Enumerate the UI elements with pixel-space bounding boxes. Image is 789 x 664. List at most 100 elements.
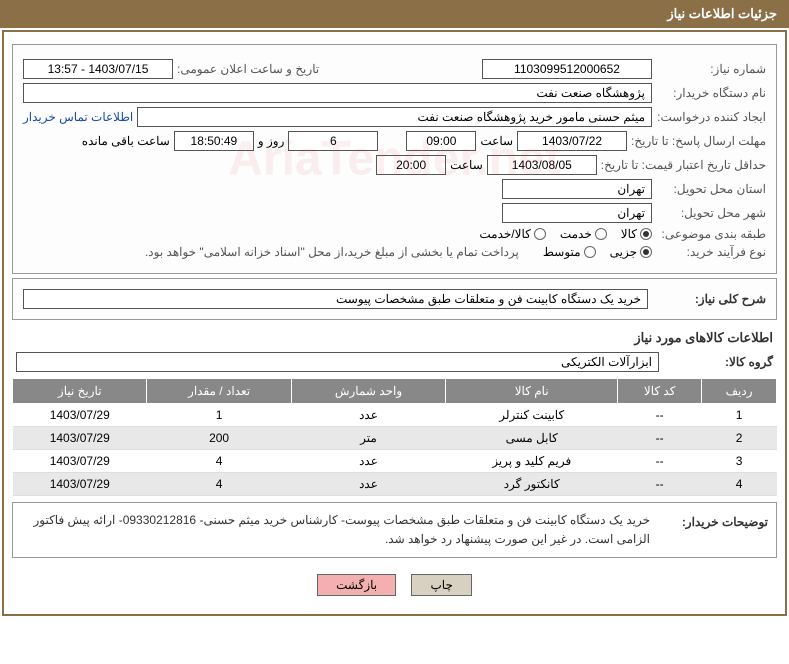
radio-icon bbox=[584, 246, 596, 258]
validity-date-field: 1403/08/05 bbox=[487, 155, 597, 175]
category-label: طبقه بندی موضوعی: bbox=[656, 227, 766, 241]
table-cell: 2 bbox=[702, 427, 777, 450]
table-cell: عدد bbox=[291, 473, 446, 496]
table-cell: 1403/07/29 bbox=[13, 404, 147, 427]
table-cell: 1 bbox=[702, 404, 777, 427]
items-section-title: اطلاعات کالاهای مورد نیاز bbox=[16, 330, 773, 346]
process-label: نوع فرآیند خرید: bbox=[656, 245, 766, 259]
row-city: شهر محل تحویل: تهران bbox=[23, 203, 766, 223]
table-cell: فریم کلید و پریز bbox=[446, 450, 618, 473]
table-cell: -- bbox=[618, 450, 702, 473]
table-cell: متر bbox=[291, 427, 446, 450]
table-cell: 4 bbox=[147, 473, 291, 496]
radio-goods[interactable]: کالا bbox=[621, 227, 652, 241]
radio-icon bbox=[640, 228, 652, 240]
radio-goods-service[interactable]: کالا/خدمت bbox=[479, 227, 545, 241]
page-title: جزئیات اطلاعات نیاز bbox=[667, 6, 777, 21]
details-box: AriaTender.net شماره نیاز: 1103099512000… bbox=[12, 44, 777, 274]
table-body: 1--کابینت کنترلرعدد11403/07/292--کابل مس… bbox=[13, 404, 777, 496]
deadline-date-field: 1403/07/22 bbox=[517, 131, 627, 151]
table-header-cell: نام کالا bbox=[446, 379, 618, 404]
table-cell: کانکتور گرد bbox=[446, 473, 618, 496]
table-cell: عدد bbox=[291, 404, 446, 427]
row-deadline: مهلت ارسال پاسخ: تا تاریخ: 1403/07/22 سا… bbox=[23, 131, 766, 151]
table-row: 4--کانکتور گردعدد41403/07/29 bbox=[13, 473, 777, 496]
summary-label: شرح کلی نیاز: bbox=[656, 292, 766, 306]
radio-service[interactable]: خدمت bbox=[560, 227, 607, 241]
buyer-org-label: نام دستگاه خریدار: bbox=[656, 86, 766, 100]
radio-medium[interactable]: متوسط bbox=[543, 245, 596, 259]
table-cell: 1403/07/29 bbox=[13, 427, 147, 450]
table-header-cell: تعداد / مقدار bbox=[147, 379, 291, 404]
deadline-time-field: 09:00 bbox=[406, 131, 476, 151]
table-header-cell: کد کالا bbox=[618, 379, 702, 404]
row-validity: حداقل تاریخ اعتبار قیمت: تا تاریخ: 1403/… bbox=[23, 155, 766, 175]
deadline-label: مهلت ارسال پاسخ: تا تاریخ: bbox=[631, 134, 766, 148]
requester-field: میثم حسنی مامور خرید پژوهشگاه صنعت نفت bbox=[137, 107, 652, 127]
need-number-label: شماره نیاز: bbox=[656, 62, 766, 76]
announce-label: تاریخ و ساعت اعلان عمومی: bbox=[177, 62, 319, 76]
table-cell: 3 bbox=[702, 450, 777, 473]
table-cell: 4 bbox=[702, 473, 777, 496]
table-cell: -- bbox=[618, 404, 702, 427]
validity-label: حداقل تاریخ اعتبار قیمت: تا تاریخ: bbox=[601, 158, 766, 172]
requester-label: ایجاد کننده درخواست: bbox=[656, 110, 766, 124]
province-label: استان محل تحویل: bbox=[656, 182, 766, 196]
buyer-notes-box: توضیحات خریدار: خرید یک دستگاه کابینت فن… bbox=[12, 502, 777, 558]
table-cell: 1403/07/29 bbox=[13, 473, 147, 496]
process-radio-group: جزیی متوسط bbox=[543, 245, 652, 259]
contact-link[interactable]: اطلاعات تماس خریدار bbox=[23, 110, 133, 124]
payment-note: پرداخت تمام یا بخشی از مبلغ خرید،از محل … bbox=[145, 245, 519, 259]
main-container: جزئیات اطلاعات نیاز AriaTender.net شماره… bbox=[0, 0, 789, 616]
province-field: تهران bbox=[502, 179, 652, 199]
buyer-notes-label: توضیحات خریدار: bbox=[658, 511, 768, 549]
title-bar: جزئیات اطلاعات نیاز bbox=[0, 0, 789, 28]
table-cell: -- bbox=[618, 473, 702, 496]
row-group: گروه کالا: ابزارآلات الکتریکی bbox=[16, 352, 773, 372]
items-table: ردیفکد کالانام کالاواحد شمارشتعداد / مقد… bbox=[12, 378, 777, 496]
radio-partial[interactable]: جزیی bbox=[610, 245, 652, 259]
button-row: چاپ بازگشت bbox=[12, 564, 777, 606]
days-label: روز و bbox=[258, 134, 285, 148]
city-label: شهر محل تحویل: bbox=[656, 206, 766, 220]
category-radio-group: کالا خدمت کالا/خدمت bbox=[479, 227, 652, 241]
table-row: 1--کابینت کنترلرعدد11403/07/29 bbox=[13, 404, 777, 427]
back-button[interactable]: بازگشت bbox=[317, 574, 396, 596]
time-label-2: ساعت bbox=[450, 158, 483, 172]
table-header-row: ردیفکد کالانام کالاواحد شمارشتعداد / مقد… bbox=[13, 379, 777, 404]
city-field: تهران bbox=[502, 203, 652, 223]
validity-time-field: 20:00 bbox=[376, 155, 446, 175]
summary-box: شرح کلی نیاز: خرید یک دستگاه کابینت فن و… bbox=[12, 278, 777, 320]
buyer-org-field: پژوهشگاه صنعت نفت bbox=[23, 83, 652, 103]
table-cell: کابل مسی bbox=[446, 427, 618, 450]
countdown-field: 18:50:49 bbox=[174, 131, 254, 151]
table-header-cell: تاریخ نیاز bbox=[13, 379, 147, 404]
announce-field: 1403/07/15 - 13:57 bbox=[23, 59, 173, 79]
table-cell: -- bbox=[618, 427, 702, 450]
summary-field: خرید یک دستگاه کابینت فن و متعلقات طبق م… bbox=[23, 289, 648, 309]
row-process: نوع فرآیند خرید: جزیی متوسط پرداخت تمام … bbox=[23, 245, 766, 259]
print-button[interactable]: چاپ bbox=[411, 574, 471, 596]
days-field: 6 bbox=[288, 131, 378, 151]
table-cell: 1 bbox=[147, 404, 291, 427]
radio-icon bbox=[640, 246, 652, 258]
group-field: ابزارآلات الکتریکی bbox=[16, 352, 659, 372]
time-label-1: ساعت bbox=[480, 134, 513, 148]
row-category: طبقه بندی موضوعی: کالا خدمت کالا/خدمت bbox=[23, 227, 766, 241]
table-cell: 200 bbox=[147, 427, 291, 450]
table-cell: 1403/07/29 bbox=[13, 450, 147, 473]
row-buyer-org: نام دستگاه خریدار: پژوهشگاه صنعت نفت bbox=[23, 83, 766, 103]
table-cell: کابینت کنترلر bbox=[446, 404, 618, 427]
row-province: استان محل تحویل: تهران bbox=[23, 179, 766, 199]
table-cell: عدد bbox=[291, 450, 446, 473]
remaining-label: ساعت باقی مانده bbox=[82, 134, 170, 148]
buyer-notes-text: خرید یک دستگاه کابینت فن و متعلقات طبق م… bbox=[21, 511, 650, 549]
table-header-cell: واحد شمارش bbox=[291, 379, 446, 404]
table-row: 2--کابل مسیمتر2001403/07/29 bbox=[13, 427, 777, 450]
table-row: 3--فریم کلید و پریزعدد41403/07/29 bbox=[13, 450, 777, 473]
table-cell: 4 bbox=[147, 450, 291, 473]
row-requester: ایجاد کننده درخواست: میثم حسنی مامور خری… bbox=[23, 107, 766, 127]
group-label: گروه کالا: bbox=[663, 355, 773, 369]
main-frame: AriaTender.net شماره نیاز: 1103099512000… bbox=[2, 30, 787, 616]
radio-icon bbox=[534, 228, 546, 240]
